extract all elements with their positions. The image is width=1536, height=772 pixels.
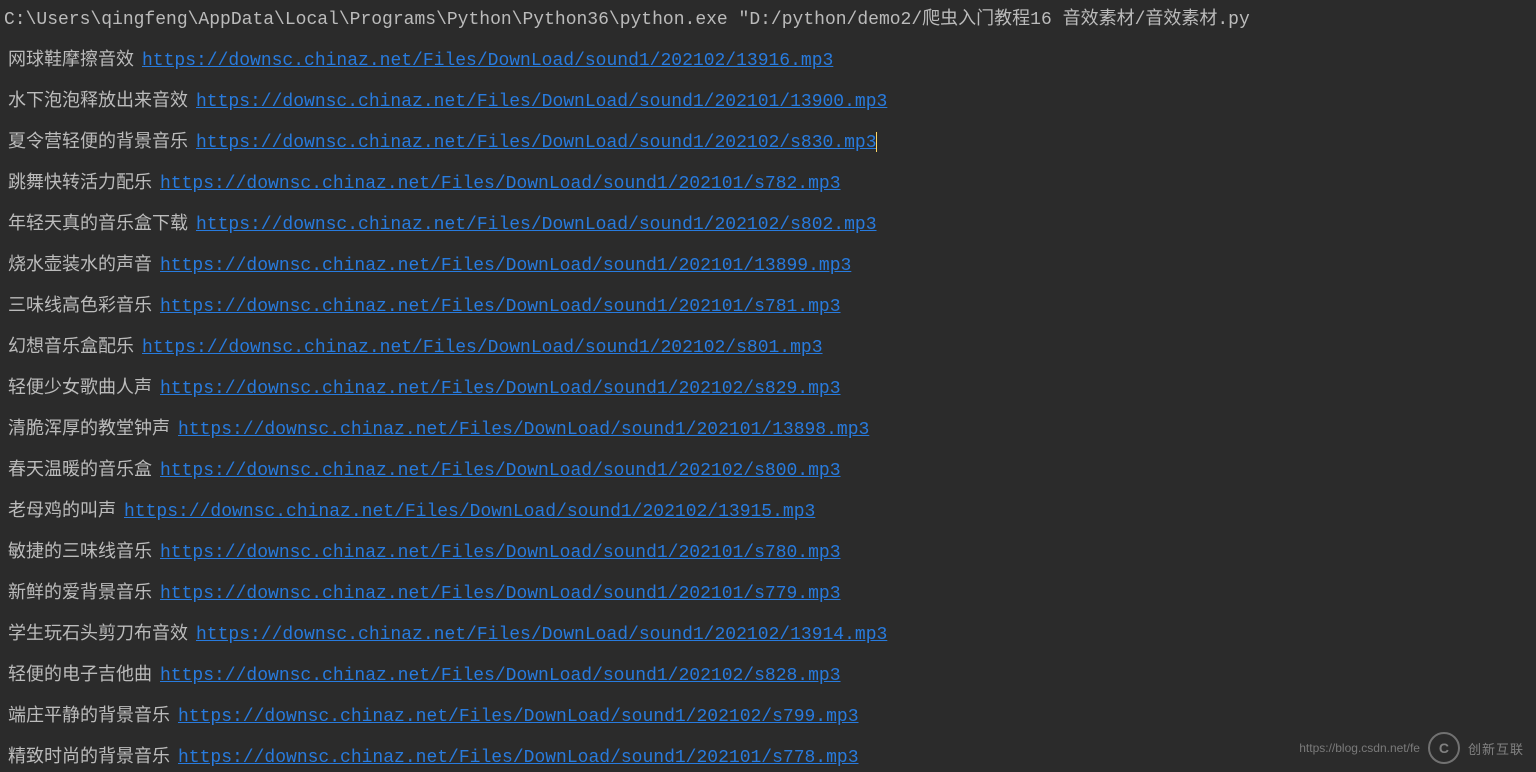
output-row: 烧水壶装水的声音 https://downsc.chinaz.net/Files/… — [0, 246, 1536, 287]
sound-url-link[interactable]: https://downsc.chinaz.net/Files/DownLoad… — [160, 174, 841, 194]
sound-title: 轻便的电子吉他曲 — [8, 666, 152, 686]
output-row: 网球鞋摩擦音效 https://downsc.chinaz.net/Files/D… — [0, 41, 1536, 82]
sound-url-link[interactable]: https://downsc.chinaz.net/Files/DownLoad… — [142, 338, 823, 358]
sound-title: 春天温暖的音乐盒 — [8, 461, 152, 481]
output-row: 清脆浑厚的教堂钟声 https://downsc.chinaz.net/Files… — [0, 410, 1536, 451]
sound-title: 烧水壶装水的声音 — [8, 256, 152, 276]
output-row: 水下泡泡释放出来音效 https://downsc.chinaz.net/File… — [0, 82, 1536, 123]
command-line: C:\Users\qingfeng\AppData\Local\Programs… — [0, 0, 1536, 41]
output-row: 敏捷的三味线音乐 https://downsc.chinaz.net/Files/… — [0, 533, 1536, 574]
sound-url-link[interactable]: https://downsc.chinaz.net/Files/DownLoad… — [196, 92, 887, 112]
output-row: 年轻天真的音乐盒下载 https://downsc.chinaz.net/File… — [0, 205, 1536, 246]
watermark: https://blog.csdn.net/fe C 创新互联 — [1299, 732, 1524, 764]
output-row: 轻便的电子吉他曲 https://downsc.chinaz.net/Files/… — [0, 656, 1536, 697]
sound-title: 网球鞋摩擦音效 — [8, 51, 134, 71]
sound-title: 学生玩石头剪刀布音效 — [8, 625, 188, 645]
sound-title: 敏捷的三味线音乐 — [8, 543, 152, 563]
sound-title: 端庄平静的背景音乐 — [8, 707, 170, 727]
watermark-logo-icon: C — [1428, 732, 1460, 764]
sound-title: 清脆浑厚的教堂钟声 — [8, 420, 170, 440]
sound-url-link[interactable]: https://downsc.chinaz.net/Files/DownLoad… — [196, 215, 877, 235]
sound-title: 新鲜的爱背景音乐 — [8, 584, 152, 604]
sound-url-link[interactable]: https://downsc.chinaz.net/Files/DownLoad… — [160, 256, 851, 276]
watermark-brand: 创新互联 — [1468, 742, 1524, 757]
sound-title: 水下泡泡释放出来音效 — [8, 92, 188, 112]
output-row: 新鲜的爱背景音乐 https://downsc.chinaz.net/Files/… — [0, 574, 1536, 615]
python-executable-path: C:\Users\qingfeng\AppData\Local\Programs… — [4, 10, 728, 30]
text-cursor — [876, 132, 877, 152]
output-row: 老母鸡的叫声 https://downsc.chinaz.net/Files/Do… — [0, 492, 1536, 533]
sound-url-link[interactable]: https://downsc.chinaz.net/Files/DownLoad… — [160, 584, 841, 604]
sound-url-link[interactable]: https://downsc.chinaz.net/Files/DownLoad… — [178, 707, 859, 727]
sound-title: 跳舞快转活力配乐 — [8, 174, 152, 194]
sound-title: 老母鸡的叫声 — [8, 502, 116, 522]
script-path: "D:/python/demo2/爬虫入门教程16 音效素材/音效素材.py — [739, 10, 1250, 30]
sound-title: 精致时尚的背景音乐 — [8, 748, 170, 768]
output-row: 轻便少女歌曲人声 https://downsc.chinaz.net/Files/… — [0, 369, 1536, 410]
console-output: C:\Users\qingfeng\AppData\Local\Programs… — [0, 0, 1536, 772]
sound-title: 幻想音乐盒配乐 — [8, 338, 134, 358]
sound-url-link[interactable]: https://downsc.chinaz.net/Files/DownLoad… — [124, 502, 815, 522]
output-row: 三味线高色彩音乐 https://downsc.chinaz.net/Files/… — [0, 287, 1536, 328]
sound-url-link[interactable]: https://downsc.chinaz.net/Files/DownLoad… — [160, 379, 841, 399]
output-row: 幻想音乐盒配乐 https://downsc.chinaz.net/Files/D… — [0, 328, 1536, 369]
sound-url-link[interactable]: https://downsc.chinaz.net/Files/DownLoad… — [178, 748, 859, 768]
sound-url-link[interactable]: https://downsc.chinaz.net/Files/DownLoad… — [196, 133, 877, 153]
watermark-url: https://blog.csdn.net/fe — [1299, 741, 1420, 755]
sound-title: 夏令营轻便的背景音乐 — [8, 133, 188, 153]
output-row: 夏令营轻便的背景音乐 https://downsc.chinaz.net/File… — [0, 123, 1536, 164]
output-row: 学生玩石头剪刀布音效 https://downsc.chinaz.net/File… — [0, 615, 1536, 656]
sound-url-link[interactable]: https://downsc.chinaz.net/Files/DownLoad… — [196, 625, 887, 645]
output-row: 春天温暖的音乐盒 https://downsc.chinaz.net/Files/… — [0, 451, 1536, 492]
sound-url-link[interactable]: https://downsc.chinaz.net/Files/DownLoad… — [178, 420, 869, 440]
output-rows: 网球鞋摩擦音效 https://downsc.chinaz.net/Files/D… — [0, 41, 1536, 772]
sound-url-link[interactable]: https://downsc.chinaz.net/Files/DownLoad… — [160, 297, 841, 317]
sound-title: 三味线高色彩音乐 — [8, 297, 152, 317]
sound-title: 年轻天真的音乐盒下载 — [8, 215, 188, 235]
sound-url-link[interactable]: https://downsc.chinaz.net/Files/DownLoad… — [142, 51, 833, 71]
sound-url-link[interactable]: https://downsc.chinaz.net/Files/DownLoad… — [160, 543, 841, 563]
sound-url-link[interactable]: https://downsc.chinaz.net/Files/DownLoad… — [160, 666, 841, 686]
sound-title: 轻便少女歌曲人声 — [8, 379, 152, 399]
output-row: 跳舞快转活力配乐 https://downsc.chinaz.net/Files/… — [0, 164, 1536, 205]
sound-url-link[interactable]: https://downsc.chinaz.net/Files/DownLoad… — [160, 461, 841, 481]
